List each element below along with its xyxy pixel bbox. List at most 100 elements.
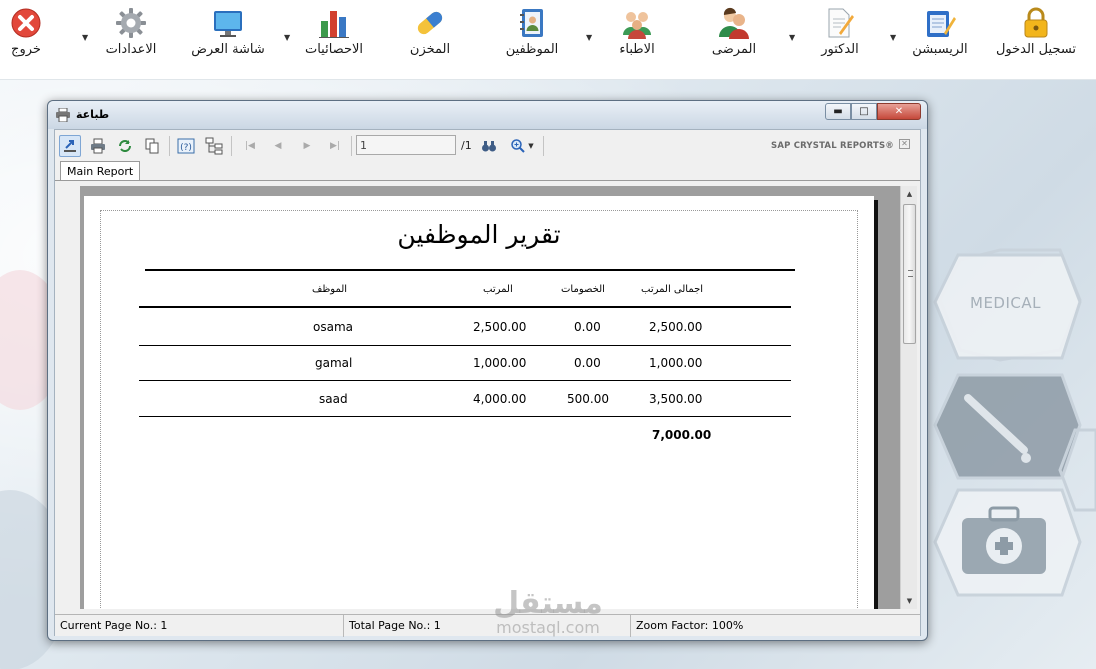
maximize-button[interactable]: □ (851, 103, 877, 120)
header-top-rule (145, 269, 795, 271)
arrow-up-icon: ▲ (906, 190, 913, 198)
menu-reception-label: الريسبشن (912, 42, 968, 57)
zoom-icon (511, 139, 526, 153)
page-number-input[interactable] (356, 135, 456, 155)
column-header-salary: المرتب (483, 284, 513, 295)
menu-statistics-label: الاحصائيات (304, 42, 364, 57)
notepad-pencil-icon (923, 6, 957, 40)
scrollbar-thumb[interactable] (903, 204, 916, 344)
export-button[interactable] (59, 135, 81, 157)
row-1-employee: osama (313, 320, 353, 334)
window-controls: ▬ □ ✕ (825, 103, 921, 120)
help-button[interactable]: (?) (175, 135, 197, 157)
chevron-down-icon[interactable]: ▼ (789, 33, 795, 42)
printer-icon (91, 138, 105, 154)
menu-statistics[interactable]: الاحصائيات (298, 0, 370, 70)
next-page-button[interactable]: ▶ (296, 135, 318, 157)
report-page: تقرير الموظفين الموظف المرتب الخصومات اج… (84, 196, 874, 609)
copy-icon (145, 138, 159, 154)
chevron-down-icon[interactable]: ▼ (82, 33, 88, 42)
toolbar-separator (231, 136, 232, 156)
minimize-button[interactable]: ▬ (825, 103, 851, 120)
watermark-arabic: مستقل (493, 586, 603, 621)
menu-reception[interactable]: الريسبشن (908, 0, 972, 70)
report-title: تقرير الموظفين (397, 220, 561, 249)
menu-exit[interactable]: خروج (5, 0, 47, 70)
zoom-button[interactable]: ▼ (505, 135, 539, 157)
close-button[interactable]: ✕ (877, 103, 921, 120)
menu-employees-label: الموظفين (505, 42, 559, 57)
scroll-down-button[interactable]: ▼ (901, 593, 918, 609)
tab-main-report[interactable]: Main Report (60, 161, 141, 181)
close-icon[interactable]: ✕ (899, 139, 910, 149)
bar-chart-icon (317, 6, 351, 40)
copy-button[interactable] (141, 135, 163, 157)
chevron-down-icon[interactable]: ▼ (586, 33, 592, 42)
column-header-employee: الموظف (312, 284, 348, 295)
close-icon: ✕ (894, 106, 904, 117)
vertical-scrollbar[interactable]: ▲ ▼ (900, 186, 917, 609)
menu-employees[interactable]: الموظفين (502, 0, 562, 70)
maximize-icon: □ (859, 106, 869, 117)
menu-settings[interactable]: الاعدادات (102, 0, 160, 70)
toolbar-separator (351, 136, 352, 156)
toolbar-separator (169, 136, 170, 156)
status-current-page: Current Page No.: 1 (55, 615, 344, 637)
svg-text:(?): (?) (180, 143, 192, 153)
row-1-total: 2,500.00 (649, 320, 703, 334)
capsule-icon (413, 6, 447, 40)
monitor-icon (211, 6, 245, 40)
row-divider (139, 416, 791, 417)
print-button[interactable] (87, 135, 109, 157)
menu-doctors[interactable]: الاطباء (606, 0, 668, 70)
previous-page-button[interactable]: ◀ (267, 135, 289, 157)
last-page-button[interactable]: ▶| (324, 135, 346, 157)
row-3-total: 3,500.00 (649, 392, 703, 406)
menu-patients[interactable]: المرضى (702, 0, 766, 70)
group-tree-button[interactable] (203, 135, 225, 157)
menu-login-label: تسجيل الدخول (995, 42, 1077, 57)
grand-total: 7,000.00 (652, 428, 712, 442)
tab-strip-divider (55, 180, 920, 181)
menu-store[interactable]: المخزن (400, 0, 460, 70)
chevron-down-icon[interactable]: ▼ (284, 33, 290, 42)
print-window: طباعة ▬ □ ✕ (?) |◀ ◀ ▶ ▶| 1 /1 ▼ SAP CRY… (47, 100, 928, 641)
menu-settings-label: الاعدادات (105, 42, 157, 57)
column-header-deductions: الخصومات (561, 284, 605, 295)
help-icon: (?) (177, 138, 195, 154)
menu-doctor[interactable]: الدكتور (810, 0, 870, 70)
menu-display-screen-label: شاشة العرض (191, 42, 265, 57)
scroll-up-button[interactable]: ▲ (901, 186, 918, 202)
header-bottom-rule (139, 306, 791, 308)
menu-patients-label: المرضى (711, 42, 757, 57)
binoculars-icon (482, 141, 496, 152)
row-2-deductions: 0.00 (574, 356, 601, 370)
chevron-down-icon[interactable]: ▼ (890, 33, 896, 42)
menu-doctors-label: الاطباء (619, 42, 655, 57)
last-page-icon: ▶| (330, 141, 340, 151)
gear-icon (114, 6, 148, 40)
menu-doctor-label: الدكتور (821, 42, 859, 57)
row-1-salary: 2,500.00 (473, 320, 527, 334)
export-icon (64, 140, 76, 152)
chevron-down-icon: ▼ (528, 142, 534, 150)
menu-login[interactable]: تسجيل الدخول (996, 0, 1076, 70)
menu-exit-label: خروج (11, 42, 41, 57)
first-page-button[interactable]: |◀ (239, 135, 261, 157)
previous-page-icon: ◀ (274, 141, 282, 151)
menu-display-screen[interactable]: شاشة العرض (186, 0, 270, 70)
window-title-bar[interactable]: طباعة ▬ □ ✕ (48, 101, 927, 129)
refresh-button[interactable] (114, 135, 136, 157)
row-2-salary: 1,000.00 (473, 356, 527, 370)
row-1-deductions: 0.00 (574, 320, 601, 334)
report-page-area[interactable]: تقرير الموظفين الموظف المرتب الخصومات اج… (80, 186, 900, 609)
menu-store-label: المخزن (409, 42, 451, 57)
page-total: /1 (461, 139, 472, 152)
doctors-group-icon (620, 6, 654, 40)
refresh-icon (119, 140, 131, 152)
first-page-icon: |◀ (245, 141, 255, 151)
report-viewer: (?) |◀ ◀ ▶ ▶| /1 ▼ SAP CRYSTAL REPORTS® … (54, 129, 921, 637)
watermark: مستقل mostaql.com (478, 588, 618, 636)
row-divider (139, 345, 791, 346)
find-button[interactable] (478, 135, 500, 157)
